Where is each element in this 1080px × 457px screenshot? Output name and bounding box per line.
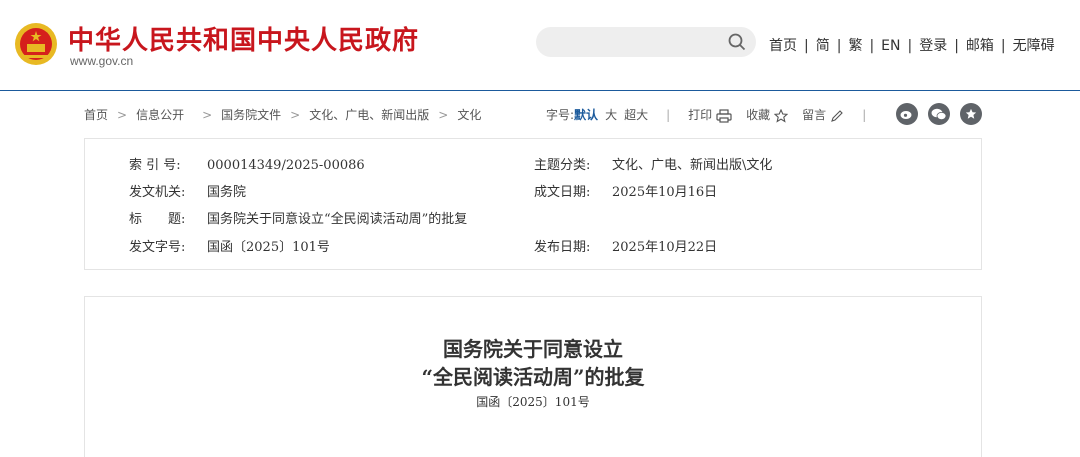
meta-title: 标 题: 国务院关于同意设立“全民阅读活动周”的批复 [129,212,468,227]
site-name[interactable]: 中华人民共和国中央人民政府 [68,20,419,57]
nav-mail[interactable]: 邮箱 [966,38,994,54]
article-title-line-1: 国务院关于同意设立 [443,337,623,361]
pencil-icon [831,109,843,122]
font-size-xlarge[interactable]: 超大 [624,106,648,123]
nav-simplified[interactable]: 简 [816,38,830,54]
comment-button[interactable]: 留言 [802,106,844,123]
breadcrumb-culture-media[interactable]: 文化、广电、新闻出版 [309,108,429,122]
meta-topic: 主题分类: 文化、广电、新闻出版\文化 [534,158,773,173]
article-content: 国务院关于同意设立 “全民阅读活动周”的批复 国函〔2025〕101号 [84,296,982,457]
favorite-star-icon[interactable] [960,103,982,125]
search-icon[interactable] [728,33,746,51]
meta-docno: 发文字号: 国函〔2025〕101号 [129,240,330,255]
document-metadata: 索 引 号: 000014349/2025-00086 主题分类: 文化、广电、新闻… [84,138,982,270]
breadcrumb-culture[interactable]: 文化 [457,108,481,122]
article-tools: 字号: 默认 大 超大 | 打印 收藏 留言 | [546,106,867,123]
meta-issuer: 发文机关: 国务院 [129,185,247,200]
meta-publish-date: 发布日期: 2025年10月22日 [534,240,718,255]
font-size-default[interactable]: 默认 [574,106,598,123]
search-input[interactable] [536,27,756,57]
breadcrumb-info-public[interactable]: 信息公开 [136,108,184,122]
nav-home[interactable]: 首页 [769,38,797,54]
font-size-label: 字号: [546,108,575,122]
site-url[interactable]: www.gov.cn [70,54,133,68]
star-icon [773,108,789,123]
print-button[interactable]: 打印 [688,106,732,123]
wechat-icon[interactable] [928,103,950,125]
favorite-button[interactable]: 收藏 [746,106,789,123]
meta-index: 索 引 号: 000014349/2025-00086 [129,158,365,173]
breadcrumb: 首页 > 信息公开 > 国务院文件 > 文化、广电、新闻出版 > 文化 [84,108,482,122]
nav-traditional[interactable]: 繁 [848,38,862,54]
article-title-line-2: “全民阅读活动周”的批复 [421,365,645,389]
site-header: 中华人民共和国中央人民政府 www.gov.cn 首页 | 简 | 繁 | EN | 登录 | 邮箱… [0,0,1080,91]
breadcrumb-home[interactable]: 首页 [84,108,108,122]
article-doc-number: 国函〔2025〕101号 [476,395,590,409]
font-size-large[interactable]: 大 [605,106,617,123]
meta-date-written: 成文日期: 2025年10月16日 [534,185,718,200]
top-nav: 首页 | 简 | 繁 | EN | 登录 | 邮箱 | 无障碍 [769,38,1055,54]
breadcrumb-state-council-docs[interactable]: 国务院文件 [221,108,281,122]
printer-icon [716,108,732,123]
national-emblem-icon[interactable] [14,22,58,66]
nav-accessibility[interactable]: 无障碍 [1013,38,1055,54]
nav-login[interactable]: 登录 [919,38,947,54]
share-icons [896,103,982,125]
nav-english[interactable]: EN [881,38,900,54]
weibo-icon[interactable] [896,103,918,125]
